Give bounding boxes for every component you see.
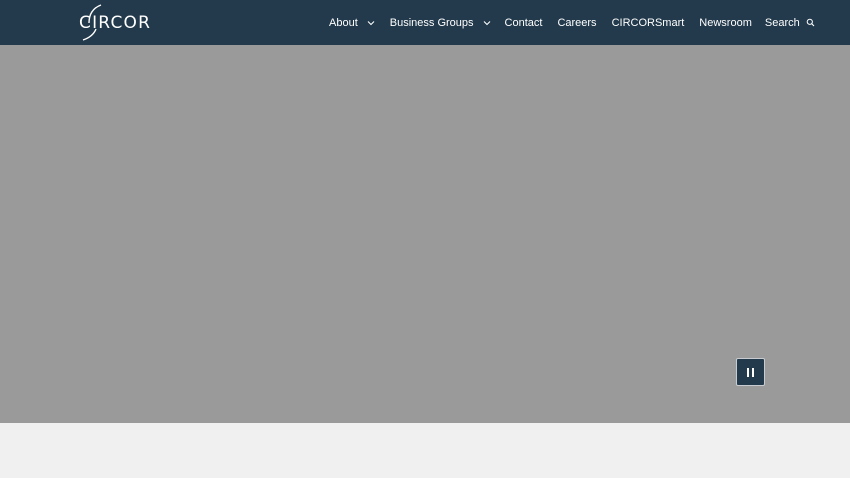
nav-item-careers-label: Careers: [557, 16, 597, 29]
hero-banner: [0, 45, 850, 423]
site-header: CIRCOR About Business Groups Contact Car…: [0, 0, 850, 45]
nav-item-business-groups-label: Business Groups: [389, 16, 474, 29]
nav-item-circorsmart[interactable]: CIRCORSmart: [612, 17, 685, 29]
nav-item-about[interactable]: About: [329, 17, 375, 29]
pause-icon: [747, 367, 749, 377]
nav-item-about-label: About: [329, 16, 358, 29]
search-label: Search: [764, 16, 800, 29]
main-nav: About Business Groups Contact Careers CI…: [329, 0, 815, 45]
chevron-down-icon: [367, 20, 375, 25]
nav-item-contact-label: Contact: [504, 16, 543, 29]
pause-button[interactable]: [736, 358, 765, 386]
nav-item-contact[interactable]: Contact: [505, 17, 543, 29]
search-button[interactable]: Search: [765, 17, 815, 29]
search-icon: [806, 18, 815, 27]
content-section: [0, 423, 850, 478]
logo-wordmark: CIRCOR: [79, 13, 152, 33]
nav-item-careers[interactable]: Careers: [557, 17, 596, 29]
nav-item-circorsmart-label: CIRCORSmart: [611, 16, 685, 29]
nav-item-business-groups[interactable]: Business Groups: [390, 17, 491, 29]
pause-icon-bar: [752, 367, 754, 377]
chevron-down-icon: [483, 20, 490, 25]
circor-logo[interactable]: CIRCOR: [79, 4, 161, 42]
nav-item-newsroom[interactable]: Newsroom: [699, 17, 752, 29]
nav-item-newsroom-label: Newsroom: [699, 16, 752, 29]
